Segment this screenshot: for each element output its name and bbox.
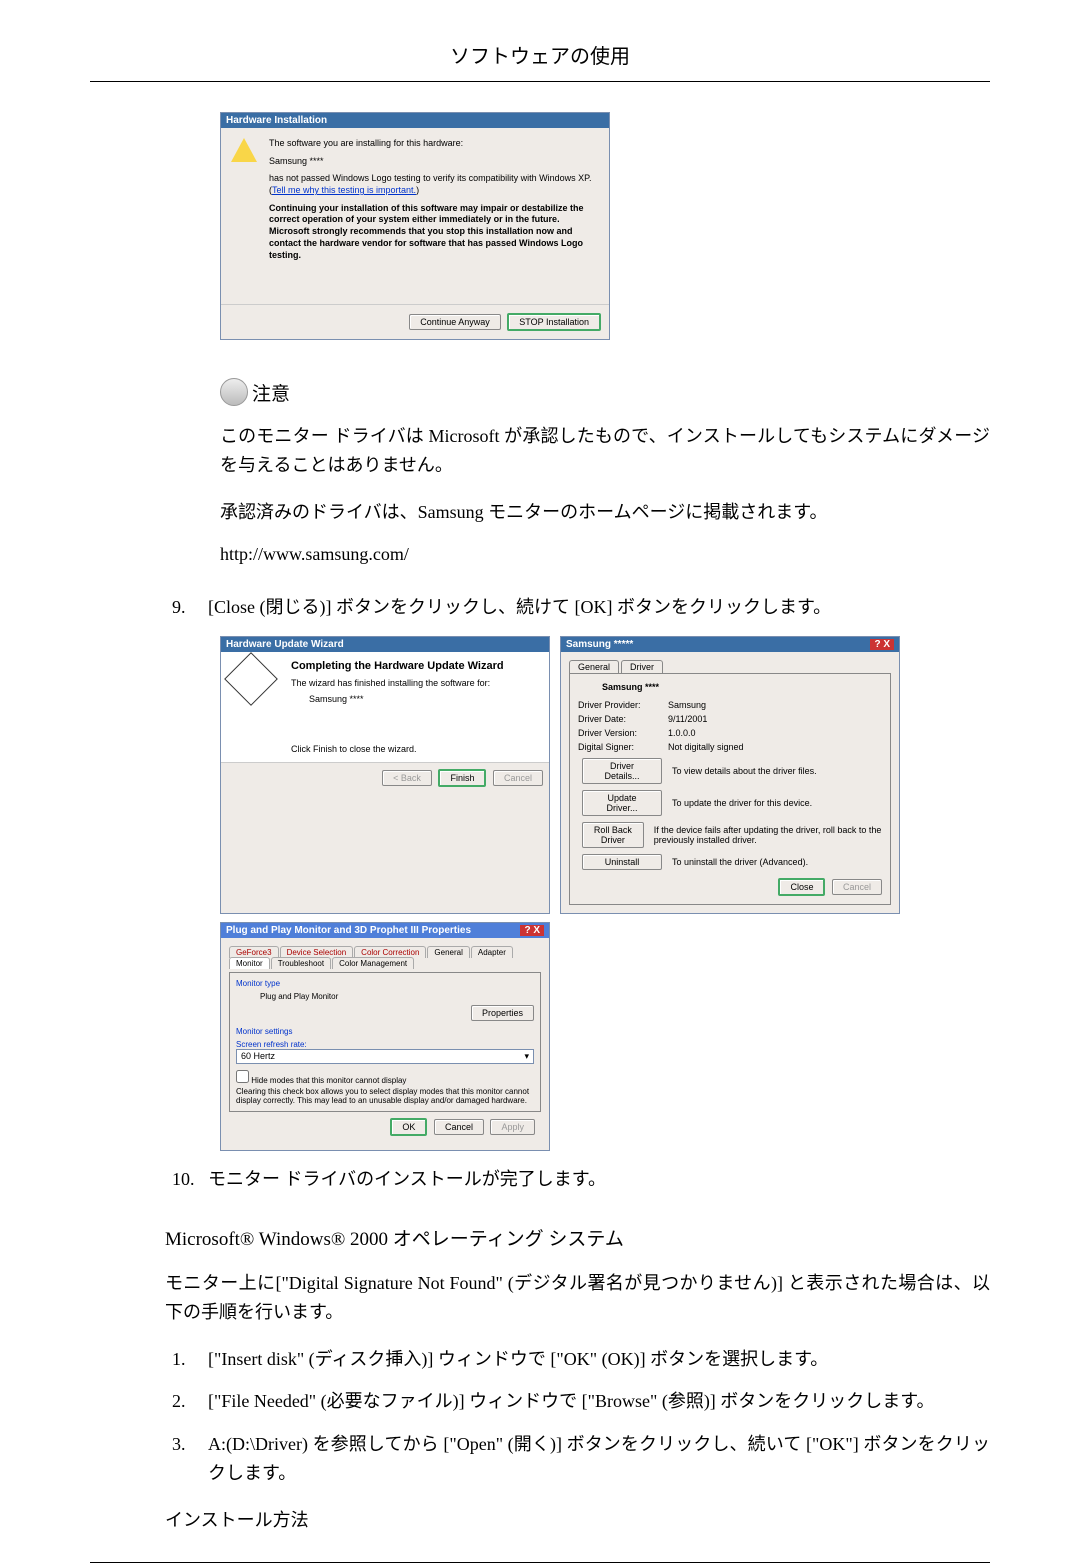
stop-installation-button[interactable]: STOP Installation [507, 313, 601, 331]
tab-monitor[interactable]: Monitor [229, 957, 270, 969]
monitor-type-value: Plug and Play Monitor [260, 992, 534, 1001]
tab-troubleshoot[interactable]: Troubleshoot [271, 957, 331, 969]
step-2: 2. ["File Needed" (必要なファイル)] ウィンドウで ["Br… [172, 1387, 990, 1416]
hide-modes-text: Clearing this check box allows you to se… [236, 1087, 534, 1105]
wizard-device: Samsung **** [309, 694, 539, 704]
cancel-button-3[interactable]: Cancel [434, 1119, 484, 1135]
date-value: 9/11/2001 [668, 714, 707, 724]
date-label: Driver Date: [578, 714, 668, 724]
back-button: < Back [382, 770, 432, 786]
tab-driver[interactable]: Driver [621, 660, 663, 673]
note-heading: 注意 [220, 378, 990, 406]
os-heading: Microsoft® Windows® 2000 オペレーティング システム [165, 1224, 990, 1251]
hw-warning: Continuing your installation of this sof… [269, 203, 597, 261]
hide-modes-checkbox[interactable] [236, 1070, 249, 1083]
monitor-type-label: Monitor type [236, 979, 534, 988]
note-paragraph-1: このモニター ドライバは Microsoft が承認したもので、インストールして… [220, 422, 990, 480]
step-text: ["File Needed" (必要なファイル)] ウィンドウで ["Brows… [208, 1387, 990, 1416]
step-1: 1. ["Insert disk" (ディスク挿入)] ウィンドウで ["OK"… [172, 1345, 990, 1374]
window-controls-2[interactable]: ? X [520, 925, 544, 936]
version-label: Driver Version: [578, 728, 668, 738]
wizard-line2: Click Finish to close the wizard. [291, 744, 539, 754]
step-10: 10. モニター ドライバのインストールが完了します。 [172, 1165, 990, 1194]
step-num: 9. [172, 593, 208, 622]
hw-link[interactable]: Tell me why this testing is important. [272, 185, 416, 195]
install-method-heading: インストール方法 [165, 1506, 990, 1532]
rollback-driver-button[interactable]: Roll Back Driver [582, 822, 644, 848]
step-num: 2. [172, 1387, 208, 1416]
step-num: 10. [172, 1165, 208, 1194]
provider-label: Driver Provider: [578, 700, 668, 710]
page-title: ソフトウェアの使用 [90, 40, 990, 82]
driver-properties-dialog: Samsung ***** ? X General Driver Samsung … [560, 636, 900, 914]
refresh-select[interactable]: 60 Hertz ▾ [236, 1049, 534, 1064]
step-text: [Close (閉じる)] ボタンをクリックし、続けて [OK] ボタンをクリッ… [208, 593, 990, 622]
ok-button[interactable]: OK [390, 1118, 427, 1136]
rollback-text: If the device fails after updating the d… [654, 825, 882, 845]
step-num: 3. [172, 1430, 208, 1488]
monitor-settings-label: Monitor settings [236, 1027, 534, 1036]
step-9: 9. [Close (閉じる)] ボタンをクリックし、続けて [OK] ボタンを… [172, 593, 990, 622]
step-num: 1. [172, 1345, 208, 1374]
uninstall-button[interactable]: Uninstall [582, 854, 662, 870]
window-controls[interactable]: ? X [870, 639, 894, 650]
driver-title: Samsung ***** [566, 639, 633, 650]
close-button[interactable]: Close [778, 878, 825, 896]
dialog-title: Hardware Installation [221, 113, 609, 128]
wizard-line1: The wizard has finished installing the s… [291, 678, 539, 688]
details-text: To view details about the driver files. [672, 766, 817, 776]
hw-compat: has not passed Windows Logo testing to v… [269, 173, 597, 196]
tab-general[interactable]: General [427, 946, 469, 958]
step-text: ["Insert disk" (ディスク挿入)] ウィンドウで ["OK" (O… [208, 1345, 990, 1374]
hw-device: Samsung **** [269, 156, 597, 168]
step-3: 3. A:(D:\Driver) を参照してから ["Open" (開く)] ボ… [172, 1430, 990, 1488]
update-driver-button[interactable]: Update Driver... [582, 790, 662, 816]
tab-adapter[interactable]: Adapter [471, 946, 513, 958]
uninstall-text: To uninstall the driver (Advanced). [672, 857, 808, 867]
tab-color-management[interactable]: Color Management [332, 957, 414, 969]
condition-text: モニター上に["Digital Signature Not Found" (デジ… [165, 1269, 990, 1327]
driver-device: Samsung **** [602, 682, 882, 692]
wizard-heading: Completing the Hardware Update Wizard [291, 660, 539, 672]
note-label: 注意 [252, 379, 290, 406]
update-text: To update the driver for this device. [672, 798, 812, 808]
hw-text-b: ) [416, 185, 419, 195]
continue-anyway-button[interactable]: Continue Anyway [409, 314, 501, 330]
samsung-url: http://www.samsung.com/ [220, 544, 990, 565]
apply-button: Apply [490, 1119, 535, 1135]
wizard-icon [224, 652, 278, 706]
refresh-label: Screen refresh rate: [236, 1040, 534, 1049]
driver-details-button[interactable]: Driver Details... [582, 758, 662, 784]
warning-icon [231, 138, 257, 164]
wizard-title: Hardware Update Wizard [221, 637, 549, 652]
hardware-update-wizard-dialog: Hardware Update Wizard Completing the Ha… [220, 636, 550, 914]
cancel-button-2: Cancel [832, 879, 882, 895]
cancel-button: Cancel [493, 770, 543, 786]
version-value: 1.0.0.0 [668, 728, 696, 738]
monitor-properties-dialog: Plug and Play Monitor and 3D Prophet III… [220, 922, 550, 1151]
properties-button[interactable]: Properties [471, 1005, 534, 1021]
signer-label: Digital Signer: [578, 742, 668, 752]
note-paragraph-2: 承認済みのドライバは、Samsung モニターのホームページに掲載されます。 [220, 498, 990, 527]
step-text: モニター ドライバのインストールが完了します。 [208, 1165, 990, 1194]
chevron-down-icon: ▾ [524, 1051, 529, 1062]
finish-button[interactable]: Finish [438, 769, 486, 787]
refresh-value: 60 Hertz [241, 1051, 275, 1062]
provider-value: Samsung [668, 700, 706, 710]
prop-title: Plug and Play Monitor and 3D Prophet III… [226, 925, 471, 936]
step-text: A:(D:\Driver) を参照してから ["Open" (開く)] ボタンを… [208, 1430, 990, 1488]
note-icon [220, 378, 248, 406]
hardware-installation-dialog: Hardware Installation The software you a… [220, 112, 610, 340]
signer-value: Not digitally signed [668, 742, 744, 752]
hide-modes-label: Hide modes that this monitor cannot disp… [251, 1076, 406, 1085]
tab-general[interactable]: General [569, 660, 619, 673]
hw-text: The software you are installing for this… [269, 138, 597, 150]
